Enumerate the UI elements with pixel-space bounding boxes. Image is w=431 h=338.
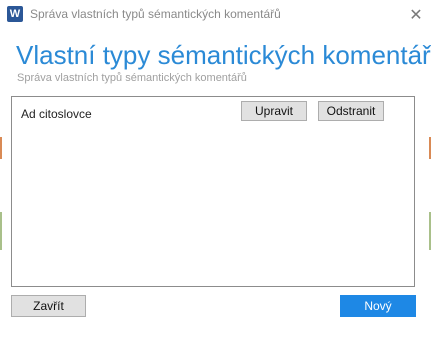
- close-dialog-button[interactable]: Zavřít: [11, 295, 86, 317]
- page-title: Vlastní typy sémantických komentářů: [16, 40, 431, 70]
- list-item-label: Ad citoslovce: [21, 107, 92, 121]
- dialog-window: W Správa vlastních typů sémantických kom…: [0, 0, 431, 338]
- page-subtitle: Správa vlastních typů sémantických komen…: [17, 72, 247, 84]
- word-app-icon: W: [7, 6, 23, 22]
- edit-button[interactable]: Upravit: [241, 101, 307, 121]
- new-button[interactable]: Nový: [340, 295, 416, 317]
- list-item[interactable]: Ad citoslovce Upravit Odstranit: [12, 97, 414, 127]
- title-bar: W Správa vlastních typů sémantických kom…: [0, 0, 431, 30]
- background-edge: [0, 212, 2, 250]
- comment-types-list[interactable]: Ad citoslovce Upravit Odstranit: [11, 96, 415, 287]
- window-title: Správa vlastních typů sémantických komen…: [30, 7, 281, 21]
- remove-button[interactable]: Odstranit: [318, 101, 384, 121]
- close-icon[interactable]: ✕: [401, 0, 431, 30]
- background-edge: [0, 137, 2, 159]
